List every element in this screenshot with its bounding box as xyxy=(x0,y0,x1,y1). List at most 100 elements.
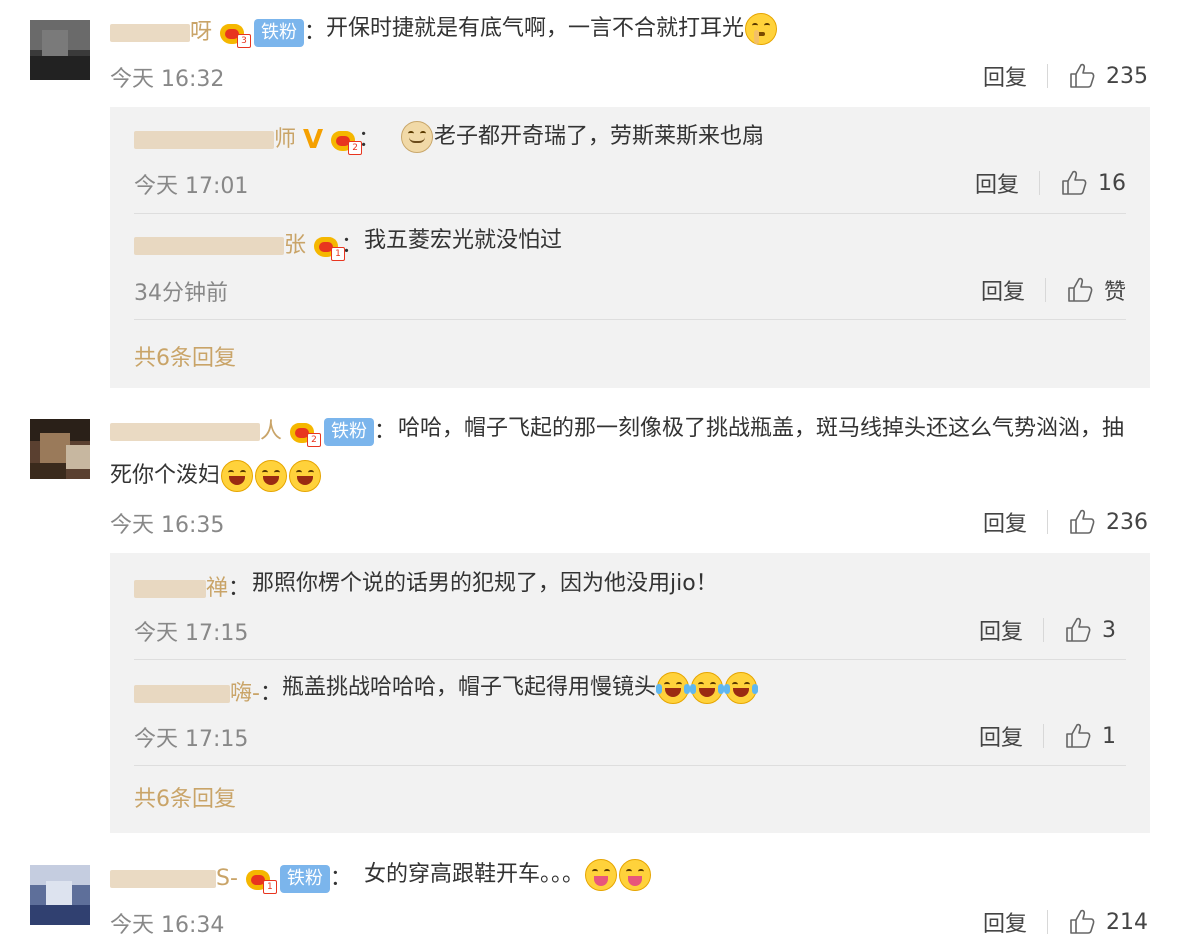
reply-text: 老子都开奇瑞了，劳斯莱斯来也扇 xyxy=(400,113,764,160)
divider xyxy=(134,319,1126,320)
like-icon[interactable] xyxy=(1068,508,1096,536)
reply-text-content: 那照你楞个说的话男的犯规了，因为他没用jio！ xyxy=(252,571,718,596)
reply-box: 禅： 那照你楞个说的话男的犯规了，因为他没用jio！ 今天 17:15 回复 3… xyxy=(110,553,1150,833)
reply-item: 师 V 2： 老子都开奇瑞了，劳斯莱斯来也扇 今天 17:01 回复 16 xyxy=(134,107,1126,214)
laughing-emoji-icon xyxy=(221,460,254,492)
reply-text-content: 瓶盖挑战哈哈哈，帽子飞起得用慢镜头 xyxy=(282,675,657,700)
username-text: S- xyxy=(216,866,238,891)
like-count: 236 xyxy=(1106,509,1148,535)
timestamp: 今天 16:35 xyxy=(110,513,225,538)
like-count: 214 xyxy=(1106,909,1148,935)
like-icon[interactable] xyxy=(1068,62,1096,90)
reply-text-content: 老子都开奇瑞了，劳斯莱斯来也扇 xyxy=(434,124,765,149)
comment-text: 女的穿高跟鞋开车。。。 xyxy=(364,851,652,898)
reply-text-content: 我五菱宏光就没怕过 xyxy=(364,228,563,253)
divider xyxy=(1047,510,1048,534)
more-replies-link[interactable]: 共6条回复 xyxy=(134,340,236,372)
timestamp: 今天 17:15 xyxy=(134,621,249,646)
reply-text: 瓶盖挑战哈哈哈，帽子飞起得用慢镜头 xyxy=(282,664,759,711)
comment-text: 哈哈，帽子飞起的那一刻像极了挑战瓶盖，斑马线掉头还这么气势汹汹，抽死你个泼妇 xyxy=(110,405,1130,499)
divider xyxy=(1047,910,1048,934)
reply-button[interactable]: 回复 xyxy=(979,614,1023,646)
divider xyxy=(1039,171,1040,195)
comment-actions: 回复 236 xyxy=(983,506,1148,538)
comment-text: 开保时捷就是有底气啊，一言不合就打耳光 xyxy=(326,5,1146,52)
reply-box: 师 V 2： 老子都开奇瑞了，劳斯莱斯来也扇 今天 17:01 回复 16 张 … xyxy=(110,107,1150,388)
more-replies-link[interactable]: 共6条回复 xyxy=(134,781,236,813)
reply-actions: 回复 16 xyxy=(975,167,1126,199)
divider xyxy=(134,765,1126,766)
comment-actions: 回复 235 xyxy=(983,60,1148,92)
yum-emoji-icon xyxy=(619,859,652,891)
username[interactable]: S- 1 铁粉： xyxy=(110,860,352,894)
divider xyxy=(1043,618,1044,642)
reply-item: 禅： 那照你楞个说的话男的犯规了，因为他没用jio！ 今天 17:15 回复 3 xyxy=(134,553,1126,660)
reply-button[interactable]: 回复 xyxy=(983,60,1027,92)
crown-level: 1 xyxy=(331,247,346,261)
reply-username-text: 禅 xyxy=(206,576,229,601)
comment-item: S- 1 铁粉： 女的穿高跟鞋开车。。。 今天 16:34 回复 214 xyxy=(0,835,1182,948)
like-icon[interactable] xyxy=(1064,616,1092,644)
username-text: 呀 xyxy=(190,20,213,45)
reply-text: 我五菱宏光就没怕过 xyxy=(364,217,562,264)
reply-button[interactable]: 回复 xyxy=(979,720,1023,752)
reply-item: 嗨-： 瓶盖挑战哈哈哈，帽子飞起得用慢镜头 今天 17:15 回复 1 xyxy=(134,660,1126,766)
blurred-name xyxy=(134,580,206,598)
laugh-cry-emoji-icon xyxy=(656,672,691,704)
comment-text-content: 女的穿高跟鞋开车。。。 xyxy=(364,862,585,887)
reply-username[interactable]: 嗨-： xyxy=(134,675,282,707)
divider xyxy=(1047,64,1048,88)
laughing-emoji-icon xyxy=(289,460,322,492)
like-count: 3 xyxy=(1102,617,1116,643)
fan-badge[interactable]: 铁粉 xyxy=(279,865,330,893)
timestamp: 今天 16:32 xyxy=(110,67,225,92)
avatar[interactable] xyxy=(30,419,90,479)
verified-v-icon: V xyxy=(303,125,324,155)
reply-username[interactable]: 张 1： xyxy=(134,227,363,261)
like-count: 16 xyxy=(1098,170,1126,196)
like-count: 1 xyxy=(1102,723,1116,749)
reply-username[interactable]: 师 V 2： xyxy=(134,121,380,155)
timestamp: 今天 16:34 xyxy=(110,913,225,938)
divider xyxy=(1044,278,1046,302)
reply-button[interactable]: 回复 xyxy=(981,274,1025,306)
like-label[interactable]: 赞 xyxy=(1104,274,1126,306)
laughing-emoji-icon xyxy=(255,460,288,492)
reply-button[interactable]: 回复 xyxy=(983,506,1027,538)
doge-emoji-icon xyxy=(401,121,433,153)
crown-icon: 1 xyxy=(313,233,346,261)
blurred-name xyxy=(134,237,284,255)
reply-username[interactable]: 禅： xyxy=(134,570,250,602)
divider xyxy=(1043,724,1044,748)
blurred-name xyxy=(134,131,274,149)
crown-icon: 2 xyxy=(330,127,363,155)
avatar[interactable] xyxy=(30,865,90,925)
reply-actions: 回复 1 xyxy=(979,720,1116,752)
laugh-cry-emoji-icon xyxy=(690,672,725,704)
like-icon[interactable] xyxy=(1068,908,1096,936)
like-icon[interactable] xyxy=(1060,169,1088,197)
crown-level: 3 xyxy=(237,34,252,48)
like-icon[interactable] xyxy=(1064,722,1092,750)
blurred-name xyxy=(134,685,230,703)
reply-actions: 回复 3 xyxy=(979,614,1116,646)
username[interactable]: 呀 3 铁粉： xyxy=(110,14,326,48)
crown-icon: 3 xyxy=(219,20,252,48)
reply-item: 张 1： 我五菱宏光就没怕过 34分钟前 回复 赞 xyxy=(134,214,1126,320)
comment-item: 人 2 铁粉： 哈哈，帽子飞起的那一刻像极了挑战瓶盖，斑马线掉头还这么气势汹汹，… xyxy=(0,395,1182,835)
crown-level: 1 xyxy=(262,880,277,894)
crown-level: 2 xyxy=(348,141,363,155)
like-icon[interactable] xyxy=(1066,276,1094,304)
yum-emoji-icon xyxy=(585,859,618,891)
reply-username-text: 师 xyxy=(274,127,297,152)
avatar[interactable] xyxy=(30,20,90,80)
reply-username-text: 嗨- xyxy=(230,681,260,706)
like-count: 235 xyxy=(1106,63,1148,89)
reply-button[interactable]: 回复 xyxy=(983,906,1027,938)
reply-button[interactable]: 回复 xyxy=(975,167,1019,199)
laugh-cry-emoji-icon xyxy=(724,672,759,704)
reply-text: 那照你楞个说的话男的犯规了，因为他没用jio！ xyxy=(252,560,718,607)
blurred-name xyxy=(110,24,190,42)
fan-badge[interactable]: 铁粉 xyxy=(254,19,305,47)
reply-actions: 回复 赞 xyxy=(981,274,1126,306)
